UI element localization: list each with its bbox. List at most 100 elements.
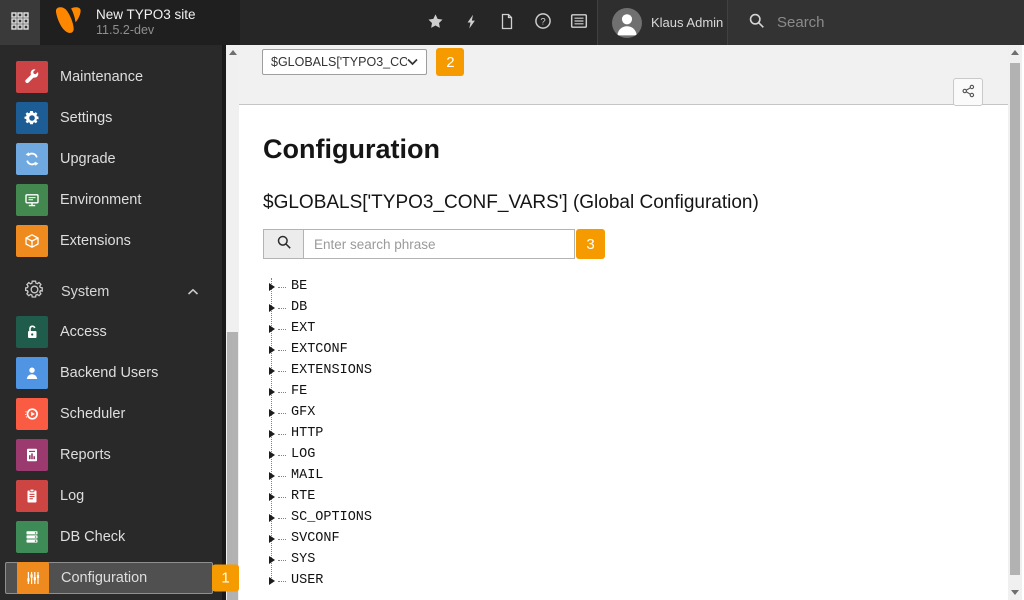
tree-connector bbox=[278, 391, 286, 393]
tree-node-label[interactable]: RTE bbox=[291, 489, 315, 504]
sidebar-item-log[interactable]: Log bbox=[0, 480, 222, 512]
tree-node-label[interactable]: SC_OPTIONS bbox=[291, 510, 372, 525]
sidebar-item-extensions[interactable]: Extensions bbox=[0, 225, 222, 257]
expand-arrow-icon[interactable] bbox=[269, 303, 275, 312]
sidebar-item-configuration[interactable]: Configuration 1 bbox=[5, 562, 239, 594]
tree-node-label[interactable]: SYS bbox=[291, 552, 315, 567]
tree-node-label[interactable]: MAIL bbox=[291, 468, 323, 483]
tree-connector bbox=[278, 454, 286, 456]
sidebar-item-db-check[interactable]: DB Check bbox=[0, 521, 222, 553]
configuration-tree-select[interactable]: $GLOBALS['TYPO3_CO bbox=[262, 49, 427, 75]
sidebar-item-label: Reports bbox=[60, 447, 111, 463]
tree-node-label[interactable]: LOG bbox=[291, 447, 315, 462]
user-menu[interactable]: Klaus Admin bbox=[597, 0, 727, 45]
clipboard-icon bbox=[16, 480, 48, 512]
sidebar-item-upgrade[interactable]: Upgrade bbox=[0, 143, 222, 175]
sidebar-item-access[interactable]: Access bbox=[0, 316, 222, 348]
sidebar-item-label: Backend Users bbox=[60, 365, 159, 381]
sidebar-item-environment[interactable]: Environment bbox=[0, 184, 222, 216]
tree-connector bbox=[278, 433, 286, 435]
expand-arrow-icon[interactable] bbox=[269, 387, 275, 396]
tree-connector bbox=[278, 349, 286, 351]
expand-arrow-icon[interactable] bbox=[269, 408, 275, 417]
tree-connector bbox=[278, 412, 286, 414]
list-box-icon bbox=[570, 12, 588, 33]
module-count-badge: 1 bbox=[212, 564, 239, 592]
tree-node: FE bbox=[263, 381, 984, 402]
configuration-tree: BE DB EXT EXTCONF EXTENSIONS FE GFX HTTP… bbox=[263, 276, 984, 591]
sidebar-item-maintenance[interactable]: Maintenance bbox=[0, 61, 222, 93]
systeminfo-button[interactable] bbox=[561, 0, 597, 45]
tree-node: EXTENSIONS bbox=[263, 360, 984, 381]
tree-connector bbox=[278, 580, 286, 582]
share-button[interactable] bbox=[953, 78, 983, 106]
bolt-icon bbox=[464, 13, 479, 33]
bookmark-button[interactable] bbox=[417, 0, 453, 45]
tree-node-label[interactable]: EXTCONF bbox=[291, 342, 348, 357]
search-icon bbox=[276, 234, 292, 255]
tree-node: SYS bbox=[263, 549, 984, 570]
expand-arrow-icon[interactable] bbox=[269, 324, 275, 333]
scroll-down-arrow[interactable] bbox=[1011, 590, 1019, 595]
section-label: System bbox=[61, 284, 110, 300]
expand-arrow-icon[interactable] bbox=[269, 345, 275, 354]
content-scrollbar bbox=[1008, 45, 1022, 600]
expand-arrow-icon[interactable] bbox=[269, 471, 275, 480]
tree-connector bbox=[278, 517, 286, 519]
tree-node-label[interactable]: DB bbox=[291, 300, 307, 315]
scrollbar-thumb[interactable] bbox=[1010, 63, 1020, 575]
expand-arrow-icon[interactable] bbox=[269, 513, 275, 522]
tree-node-label[interactable]: HTTP bbox=[291, 426, 323, 441]
avatar bbox=[612, 7, 642, 38]
username-label: Klaus Admin bbox=[651, 15, 724, 30]
sidebar-section-system[interactable]: System bbox=[0, 277, 222, 307]
expand-arrow-icon[interactable] bbox=[269, 429, 275, 438]
typo3-logo-icon bbox=[54, 4, 84, 41]
module-menu: Maintenance Settings Upgrade Environment… bbox=[0, 45, 239, 600]
topbar-search-input[interactable] bbox=[777, 14, 977, 31]
tree-node: HTTP bbox=[263, 423, 984, 444]
sidebar-item-scheduler[interactable]: Scheduler bbox=[0, 398, 222, 430]
chevron-down-icon bbox=[407, 53, 418, 71]
page-title: Configuration bbox=[263, 134, 440, 164]
expand-arrow-icon[interactable] bbox=[269, 534, 275, 543]
sidebar-item-backend-users[interactable]: Backend Users bbox=[0, 357, 222, 389]
tree-node-label[interactable]: FE bbox=[291, 384, 307, 399]
sidebar-item-label: Extensions bbox=[60, 233, 131, 249]
tree-node: USER bbox=[263, 570, 984, 591]
sliders-icon bbox=[17, 562, 49, 594]
tree-node-label[interactable]: EXTENSIONS bbox=[291, 363, 372, 378]
tree-search-input[interactable] bbox=[303, 229, 575, 260]
scrollbar-thumb[interactable] bbox=[227, 332, 238, 600]
tree-node-label[interactable]: SVCONF bbox=[291, 531, 340, 546]
expand-arrow-icon[interactable] bbox=[269, 366, 275, 375]
tree-connector bbox=[278, 559, 286, 561]
modulemenu-toggle-button[interactable] bbox=[0, 0, 40, 45]
clear-cache-button[interactable] bbox=[453, 0, 489, 45]
help-circle-icon: ? bbox=[534, 12, 552, 33]
expand-arrow-icon[interactable] bbox=[269, 282, 275, 291]
tree-node-label[interactable]: USER bbox=[291, 573, 323, 588]
sidebar-item-settings[interactable]: Settings bbox=[0, 102, 222, 134]
opendocs-button[interactable] bbox=[489, 0, 525, 45]
tree-node-label[interactable]: GFX bbox=[291, 405, 315, 420]
sidebar-item-reports[interactable]: Reports bbox=[0, 439, 222, 471]
tree-node-label[interactable]: BE bbox=[291, 279, 307, 294]
tree-node-label[interactable]: EXT bbox=[291, 321, 315, 336]
module-group-admin: Maintenance Settings Upgrade Environment… bbox=[0, 45, 222, 257]
typo3-brand[interactable]: New TYPO3 site 11.5.2-dev bbox=[40, 0, 240, 45]
docheader: $GLOBALS['TYPO3_CO 2 bbox=[239, 45, 1008, 106]
help-button[interactable]: ? bbox=[525, 0, 561, 45]
search-count-badge[interactable]: 3 bbox=[576, 229, 605, 260]
scroll-up-arrow[interactable] bbox=[229, 50, 237, 55]
expand-arrow-icon[interactable] bbox=[269, 492, 275, 501]
scroll-up-arrow[interactable] bbox=[1011, 50, 1019, 55]
sidebar-item-label: Scheduler bbox=[60, 406, 126, 422]
expand-arrow-icon[interactable] bbox=[269, 555, 275, 564]
expand-arrow-icon[interactable] bbox=[269, 576, 275, 585]
expand-arrow-icon[interactable] bbox=[269, 450, 275, 459]
content-frame: $GLOBALS['TYPO3_CO 2 Configuration $GLOB… bbox=[239, 45, 1008, 600]
gear-outline-icon bbox=[24, 280, 44, 304]
site-version: 11.5.2-dev bbox=[96, 23, 155, 37]
typo3-backend: New TYPO3 site 11.5.2-dev ? Klaus Admin … bbox=[0, 0, 1024, 600]
